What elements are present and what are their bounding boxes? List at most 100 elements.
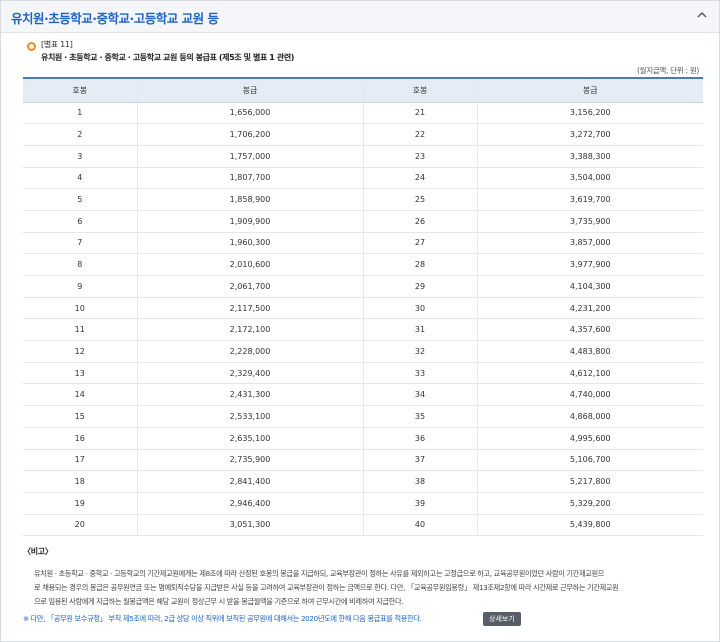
- table-row: 14 2,431,300 34 4,740,000: [23, 383, 703, 407]
- table-row: 20 3,051,300 40 5,439,800: [23, 514, 703, 537]
- step-cell: 11: [23, 318, 137, 342]
- step-cell: 34: [362, 383, 477, 407]
- salary-cell: 4,612,100: [476, 362, 703, 385]
- salary-cell: 2,172,100: [136, 318, 363, 342]
- step-cell: 31: [362, 318, 477, 342]
- detail-button[interactable]: 상세보기: [483, 612, 521, 626]
- step-cell: 38: [362, 470, 477, 493]
- table-row: 2 1,706,200 22 3,272,700: [23, 123, 703, 146]
- salary-cell: 2,061,700: [136, 275, 363, 298]
- salary-cell: 2,228,000: [136, 340, 363, 363]
- step-cell: 17: [23, 449, 137, 472]
- table-row: 13 2,329,400 33 4,612,100: [23, 362, 703, 385]
- chevron-up-icon[interactable]: [697, 10, 707, 20]
- salary-cell: 4,740,000: [476, 383, 703, 407]
- salary-cell: 3,156,200: [476, 102, 703, 125]
- step-cell: 21: [362, 102, 477, 125]
- salary-cell: 3,504,000: [476, 167, 703, 190]
- step-cell: 14: [23, 383, 137, 407]
- step-cell: 8: [23, 253, 137, 276]
- step-cell: 13: [23, 362, 137, 385]
- salary-cell: 2,117,500: [136, 297, 363, 320]
- step-cell: 22: [362, 123, 477, 146]
- step-cell: 25: [362, 188, 477, 211]
- salary-table: 호봉 봉급 호봉 봉급 1 1,656,000 21 3,156,200 2 1,706,…: [23, 77, 703, 537]
- salary-cell: 3,977,900: [476, 253, 703, 276]
- step-cell: 7: [23, 232, 137, 255]
- salary-cell: 4,483,800: [476, 340, 703, 363]
- table-header-row: 호봉 봉급 호봉 봉급: [23, 77, 703, 103]
- salary-cell: 3,051,300: [136, 514, 363, 537]
- step-cell: 20: [23, 514, 137, 537]
- column-header: 호봉: [23, 77, 137, 103]
- salary-cell: 5,439,800: [476, 514, 703, 537]
- salary-cell: 4,231,200: [476, 297, 703, 320]
- salary-cell: 1,706,200: [136, 123, 363, 146]
- footnote: ※ 다만, 「공무원 보수규정」 부칙 제5조에 따라, 2급 상당 이상 직위…: [23, 614, 422, 623]
- section-title: 유치원 · 초등학교 · 중학교 · 고등학교 교원 등의 봉급표 (제5조 및…: [41, 53, 295, 62]
- salary-cell: 5,329,200: [476, 492, 703, 515]
- salary-cell: 2,533,100: [136, 405, 363, 428]
- salary-cell: 4,357,600: [476, 318, 703, 342]
- step-cell: 4: [23, 167, 137, 190]
- step-cell: 6: [23, 210, 137, 233]
- table-row: 19 2,946,400 39 5,329,200: [23, 492, 703, 515]
- step-cell: 10: [23, 297, 137, 320]
- salary-cell: 3,735,900: [476, 210, 703, 233]
- salary-cell: 2,635,100: [136, 427, 363, 450]
- salary-cell: 5,217,800: [476, 470, 703, 493]
- table-row: 11 2,172,100 31 4,357,600: [23, 318, 703, 342]
- step-cell: 37: [362, 449, 477, 472]
- salary-cell: 4,995,600: [476, 427, 703, 450]
- salary-cell: 1,757,000: [136, 145, 363, 168]
- step-cell: 16: [23, 427, 137, 450]
- step-cell: 36: [362, 427, 477, 450]
- table-row: 4 1,807,700 24 3,504,000: [23, 167, 703, 190]
- step-cell: 2: [23, 123, 137, 146]
- table-row: 9 2,061,700 29 4,104,300: [23, 275, 703, 298]
- step-cell: 32: [362, 340, 477, 363]
- table-row: 10 2,117,500 30 4,231,200: [23, 297, 703, 320]
- note-heading: 〈비고〉: [23, 547, 53, 556]
- column-header: 봉급: [136, 77, 363, 103]
- table-row: 8 2,010,600 28 3,977,900: [23, 253, 703, 276]
- step-cell: 40: [362, 514, 477, 537]
- step-cell: 12: [23, 340, 137, 363]
- table-row: 7 1,960,300 27 3,857,000: [23, 232, 703, 255]
- column-header: 봉급: [476, 77, 703, 103]
- step-cell: 39: [362, 492, 477, 515]
- panel-header[interactable]: 유치원·초등학교·중학교·고등학교 교원 등: [1, 1, 719, 33]
- table-row: 1 1,656,000 21 3,156,200: [23, 102, 703, 125]
- section-label: [별표 11]: [41, 40, 73, 49]
- step-cell: 3: [23, 145, 137, 168]
- table-row: 6 1,909,900 26 3,735,900: [23, 210, 703, 233]
- step-cell: 19: [23, 492, 137, 515]
- table-row: 16 2,635,100 36 4,995,600: [23, 427, 703, 450]
- note-line: 유치원 · 초등학교 · 중학교 · 고등학교의 기간제교원에게는 제8조에 따…: [34, 569, 604, 578]
- table-row: 17 2,735,900 37 5,106,700: [23, 449, 703, 472]
- panel-title: 유치원·초등학교·중학교·고등학교 교원 등: [11, 11, 219, 26]
- step-cell: 1: [23, 102, 137, 125]
- salary-cell: 2,010,600: [136, 253, 363, 276]
- table-row: 18 2,841,400 38 5,217,800: [23, 470, 703, 493]
- salary-cell: 1,656,000: [136, 102, 363, 125]
- table-body: 1 1,656,000 21 3,156,200 2 1,706,200 22 3,272,7…: [23, 102, 703, 537]
- unit-note: (월지급액, 단위 : 원): [636, 66, 699, 75]
- salary-cell: 5,106,700: [476, 449, 703, 472]
- note-line: 로 채용되는 경우의 봉급은 공무원연금 또는 명예퇴직수당을 지급받은 사실 …: [34, 583, 619, 592]
- salary-cell: 3,857,000: [476, 232, 703, 255]
- salary-cell: 1,807,700: [136, 167, 363, 190]
- salary-cell: 2,841,400: [136, 470, 363, 493]
- note-line: 으로 임용된 사람에게 지급하는 월봉급액은 해당 교원이 정상근무 시 받을 …: [34, 597, 404, 606]
- step-cell: 24: [362, 167, 477, 190]
- step-cell: 29: [362, 275, 477, 298]
- column-header: 호봉: [362, 77, 477, 103]
- table-row: 15 2,533,100 35 4,868,000: [23, 405, 703, 428]
- salary-cell: 1,909,900: [136, 210, 363, 233]
- step-cell: 5: [23, 188, 137, 211]
- step-cell: 28: [362, 253, 477, 276]
- salary-cell: 1,858,900: [136, 188, 363, 211]
- step-cell: 35: [362, 405, 477, 428]
- table-row: 12 2,228,000 32 4,483,800: [23, 340, 703, 363]
- salary-cell: 3,388,300: [476, 145, 703, 168]
